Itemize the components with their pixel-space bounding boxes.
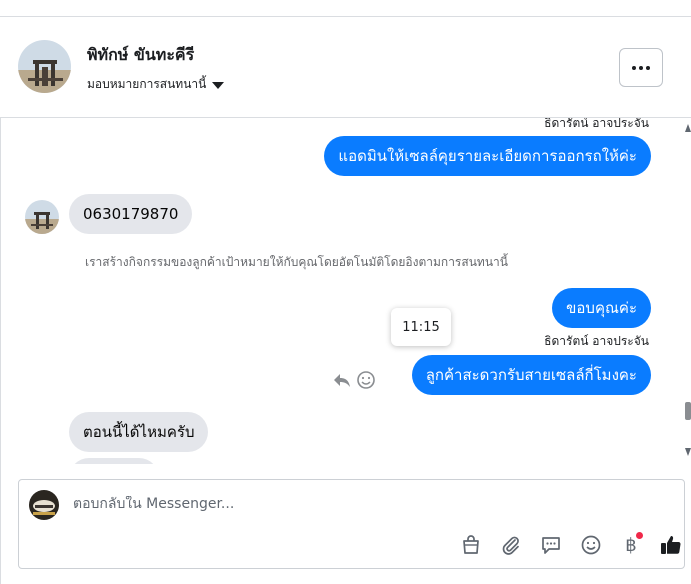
scroll-thumb[interactable] bbox=[685, 402, 691, 420]
more-options-button[interactable] bbox=[619, 48, 663, 87]
baht-payment-icon: ฿ bbox=[625, 534, 637, 556]
outgoing-message[interactable]: ลูกค้าสะดวกรับสายเซลล์กี่โมงคะ bbox=[411, 355, 651, 395]
system-notice: เราสร้างกิจกรรมของลูกค้าเป้าหมายให้กับคุ… bbox=[85, 255, 508, 269]
like-button[interactable] bbox=[651, 533, 691, 557]
message-thread[interactable]: ธิดารัตน์ อาจประจัน แอดมินให้เซลล์คุยราย… bbox=[1, 118, 685, 464]
reply-icon[interactable] bbox=[332, 370, 352, 390]
more-dot-icon bbox=[646, 65, 650, 70]
contact-avatar[interactable] bbox=[18, 40, 71, 93]
thumbs-up-icon bbox=[661, 536, 681, 554]
incoming-message[interactable]: 0630179870 bbox=[69, 194, 193, 234]
more-dot-icon bbox=[632, 65, 636, 70]
emoji-button[interactable] bbox=[571, 533, 611, 557]
contact-name: พิทักษ์ ขันทะคีรี bbox=[87, 45, 195, 64]
emoji-icon bbox=[581, 535, 601, 555]
reply-composer: ฿ bbox=[18, 479, 685, 569]
saved-reply-icon bbox=[542, 537, 560, 554]
shopping-bag-icon bbox=[463, 535, 479, 554]
saved-replies-button[interactable] bbox=[531, 533, 571, 557]
caret-down-icon bbox=[212, 82, 225, 89]
react-emoji-icon[interactable] bbox=[356, 370, 376, 390]
thread-scrollbar[interactable] bbox=[685, 118, 691, 464]
assign-conversation-label: มอบหมายการสนทนานี้ bbox=[87, 77, 207, 91]
sender-name: ธิดารัตน์ อาจประจัน bbox=[544, 334, 649, 348]
paperclip-icon bbox=[502, 536, 519, 555]
page-avatar bbox=[29, 490, 59, 520]
outgoing-message[interactable]: ขอบคุณค่ะ bbox=[552, 288, 651, 328]
timestamp-tooltip: 11:15 bbox=[391, 308, 451, 346]
message-actions bbox=[332, 370, 376, 390]
scroll-down-arrow-icon[interactable] bbox=[685, 448, 691, 456]
contact-avatar-small bbox=[25, 200, 59, 234]
incoming-message-partial bbox=[69, 458, 159, 464]
composer-toolbar: ฿ bbox=[451, 532, 691, 557]
scroll-up-arrow-icon[interactable] bbox=[685, 124, 691, 132]
payment-button[interactable]: ฿ bbox=[611, 532, 651, 557]
sender-name: ธิดารัตน์ อาจประจัน bbox=[544, 118, 649, 130]
more-dot-icon bbox=[639, 65, 643, 70]
attach-file-button[interactable] bbox=[491, 533, 531, 557]
assign-conversation-dropdown[interactable]: มอบหมายการสนทนานี้ bbox=[87, 75, 225, 94]
reply-input[interactable] bbox=[73, 496, 653, 512]
shopping-bag-button[interactable] bbox=[451, 533, 491, 557]
incoming-message[interactable]: ตอนนี้ได้ไหมครับ bbox=[69, 412, 209, 452]
notification-dot bbox=[636, 532, 643, 539]
conversation-header: พิทักษ์ ขันทะคีรี มอบหมายการสนทนานี้ bbox=[0, 17, 691, 118]
outgoing-message[interactable]: แอดมินให้เซลล์คุยรายละเอียดการออกรถให้ค่… bbox=[324, 136, 651, 176]
